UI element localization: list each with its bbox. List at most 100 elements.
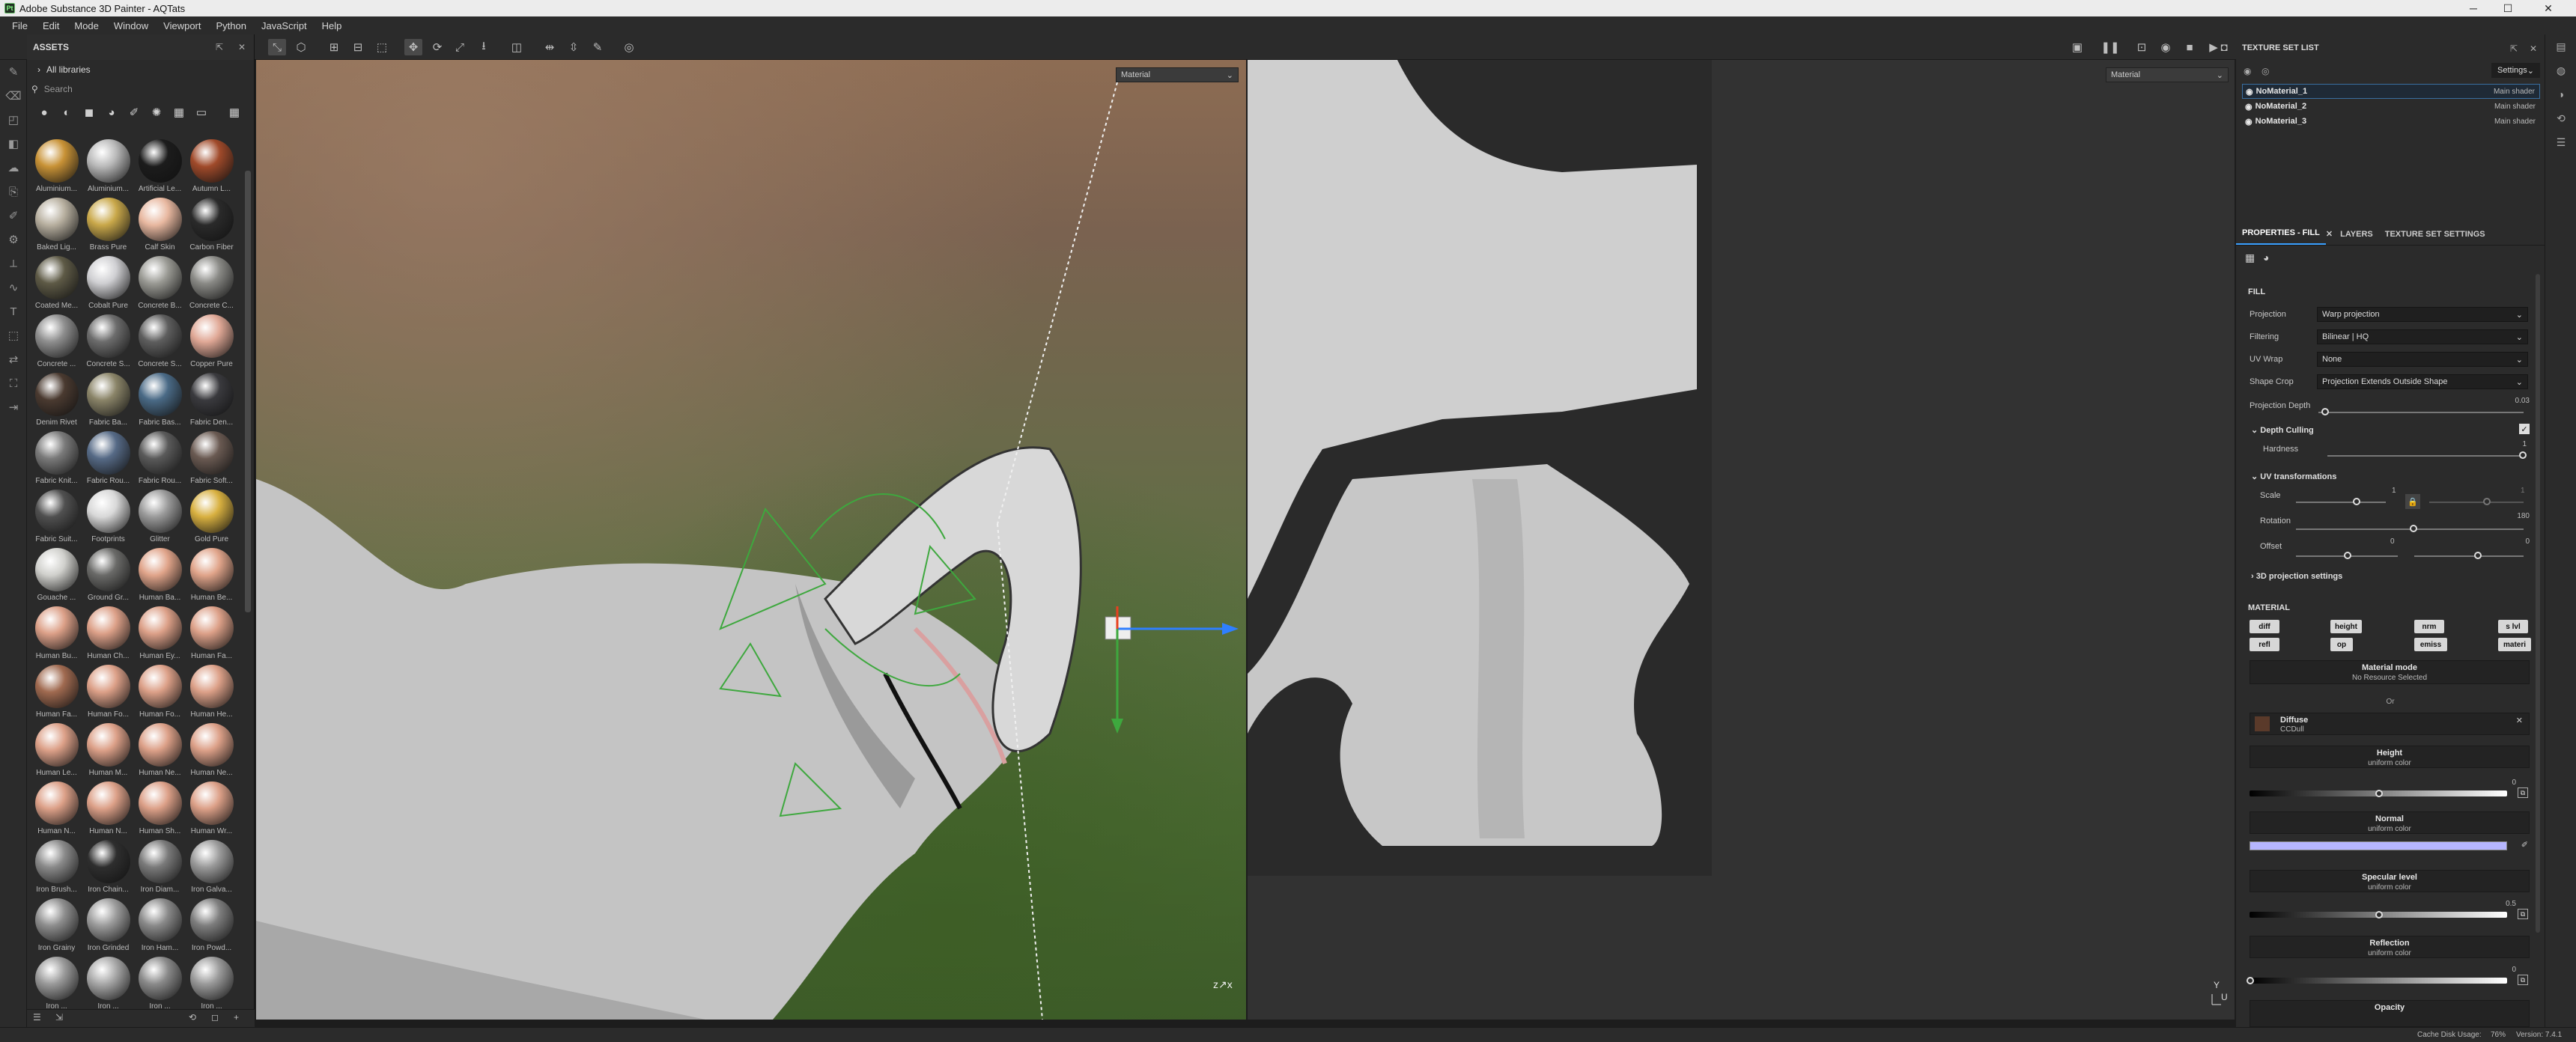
picker-icon[interactable]: ⧉ xyxy=(2518,909,2528,919)
asset-thumbnail[interactable]: Fabric Bas... xyxy=(135,371,185,430)
uv-select-icon[interactable]: ⊟ xyxy=(349,39,367,55)
asset-thumbnail[interactable]: Human Wr... xyxy=(186,780,237,838)
menu-python[interactable]: Python xyxy=(208,20,253,31)
mesh-select-icon[interactable]: ⊞ xyxy=(325,39,343,55)
asset-thumbnail[interactable]: Calf Skin xyxy=(135,196,185,255)
scale-knob[interactable] xyxy=(2353,498,2360,505)
minimize-button[interactable]: ─ xyxy=(2456,0,2491,16)
viewport-2d[interactable]: Y U Material ⌄ xyxy=(1248,60,2235,1020)
hardness-slider[interactable] xyxy=(2327,455,2524,457)
text-tool-icon[interactable]: T xyxy=(0,299,27,323)
tab-texture-set-settings[interactable]: TEXTURE SET SETTINGS xyxy=(2379,230,2491,245)
menu-help[interactable]: Help xyxy=(315,20,350,31)
projection-depth-value[interactable]: 0.03 xyxy=(2515,397,2530,405)
asset-thumbnail[interactable]: Human He... xyxy=(186,663,237,722)
texture-set-row[interactable]: ◉ NoMaterial_1 Main shader xyxy=(2242,84,2540,99)
asset-thumbnail[interactable]: Human Fa... xyxy=(31,663,82,722)
asset-thumbnail[interactable]: Iron Grinded xyxy=(83,897,133,955)
asset-thumbnail[interactable]: Fabric Ba... xyxy=(83,371,133,430)
move-tool-icon[interactable]: ✥ xyxy=(404,39,422,55)
asset-thumbnail[interactable]: Human Fa... xyxy=(186,605,237,663)
clone-tool-icon[interactable]: ⎘ xyxy=(0,180,27,204)
visibility-icon[interactable]: ◎ xyxy=(2261,66,2269,76)
brush-tool-icon[interactable]: ✎ xyxy=(0,60,27,84)
library-tree-item[interactable]: › All libraries xyxy=(27,60,254,79)
offset-value-2[interactable]: 0 xyxy=(2525,537,2530,546)
channel-diff-button[interactable]: diff xyxy=(2250,620,2279,633)
filter-material-icon[interactable]: ◼ xyxy=(79,103,99,122)
eraser-tool-icon[interactable]: ⌫ xyxy=(0,84,27,108)
split-view-icon[interactable]: ⊡ xyxy=(2133,39,2151,55)
asset-thumbnail[interactable]: Artificial Le... xyxy=(135,138,185,196)
scale-slider-2[interactable] xyxy=(2429,502,2524,503)
filter-texture-icon[interactable]: ▦ xyxy=(169,103,189,122)
remove-icon[interactable]: ✕ xyxy=(2516,716,2523,725)
asset-thumbnail[interactable]: Human Bu... xyxy=(31,605,82,663)
select-tool-icon[interactable]: ⬚ xyxy=(0,323,27,347)
settings-dropdown[interactable]: Settings ⌄ xyxy=(2491,63,2540,78)
asset-thumbnail[interactable]: Coated Me... xyxy=(31,255,82,313)
camera-icon[interactable]: ■ xyxy=(2181,39,2199,55)
asset-thumbnail[interactable]: Copper Pure xyxy=(186,313,237,371)
projection-tool-icon[interactable]: ◰ xyxy=(0,108,27,132)
specular-value[interactable]: 0.5 xyxy=(2506,900,2516,908)
close-tab-icon[interactable]: ✕ xyxy=(2326,229,2334,245)
eye-icon[interactable]: ◉ xyxy=(2245,102,2253,112)
reflection-knob[interactable] xyxy=(2247,977,2254,984)
geometry-mask-icon[interactable]: ◧ xyxy=(0,132,27,156)
menu-edit[interactable]: Edit xyxy=(35,20,67,31)
channel-op-button[interactable]: op xyxy=(2330,638,2353,651)
undock-icon[interactable]: ⇱ xyxy=(2510,43,2518,54)
depth-culling-section[interactable]: ⌄ Depth Culling xyxy=(2251,425,2314,435)
new-folder-icon[interactable]: ◻ xyxy=(211,1012,219,1023)
projection-depth-knob[interactable] xyxy=(2321,408,2329,415)
menu-file[interactable]: File xyxy=(4,20,35,31)
symmetry-x-icon[interactable]: ⇹ xyxy=(541,39,559,55)
tab-properties-fill[interactable]: PROPERTIES - FILL xyxy=(2236,228,2326,245)
asset-thumbnail[interactable]: Fabric Knit... xyxy=(31,430,82,488)
asset-thumbnail[interactable]: Iron Chain... xyxy=(83,838,133,897)
fill-layer-icon[interactable]: ▦ xyxy=(2245,252,2255,264)
channel-materi-button[interactable]: materi xyxy=(2498,638,2531,651)
offset-knob[interactable] xyxy=(2344,552,2351,559)
specular-level-box[interactable]: Specular level uniform color xyxy=(2250,870,2530,892)
close-panel-icon[interactable]: ✕ xyxy=(2530,43,2537,54)
display-mode-icon[interactable]: ▣ xyxy=(2068,39,2086,55)
asset-thumbnail[interactable]: Iron Ham... xyxy=(135,897,185,955)
download-icon[interactable]: ⭳ xyxy=(475,39,493,55)
asset-thumbnail[interactable]: Human Ne... xyxy=(135,722,185,780)
island-select-icon[interactable]: ⬚ xyxy=(373,39,391,55)
close-window-button[interactable]: ✕ xyxy=(2531,0,2566,16)
asset-thumbnail[interactable]: Iron Grainy xyxy=(31,897,82,955)
assets-scrollbar[interactable] xyxy=(245,171,251,612)
material-mode-box[interactable]: Material mode No Resource Selected xyxy=(2250,660,2530,684)
asset-thumbnail[interactable]: Cobalt Pure xyxy=(83,255,133,313)
rotate-tool-icon[interactable]: ⟳ xyxy=(428,39,446,55)
properties-scrollbar[interactable] xyxy=(2536,274,2540,933)
picker-icon[interactable]: ⧉ xyxy=(2518,975,2528,985)
scale-value[interactable]: 1 xyxy=(2392,487,2396,495)
filter-particles-icon[interactable]: ✺ xyxy=(147,103,166,122)
scale-slider[interactable] xyxy=(2296,502,2386,503)
asset-thumbnail[interactable]: Iron ... xyxy=(31,955,82,1014)
viewport-3d-material-select[interactable]: Material ⌄ xyxy=(1116,67,1239,82)
height-value[interactable]: 0 xyxy=(2512,779,2516,787)
material-picker-icon[interactable]: ✐ xyxy=(0,204,27,228)
channel-refl-button[interactable]: refl xyxy=(2250,638,2279,651)
texture-set-row[interactable]: ◉ NoMaterial_3 Main shader xyxy=(2242,114,2540,129)
filtering-dropdown[interactable]: Bilinear | HQ ⌄ xyxy=(2317,329,2528,344)
snap-icon[interactable]: ◎ xyxy=(620,39,638,55)
asset-thumbnail[interactable]: Human Le... xyxy=(31,722,82,780)
maximize-button[interactable]: ☐ xyxy=(2491,0,2525,16)
eye-icon[interactable]: ◉ xyxy=(2244,66,2251,76)
asset-thumbnail[interactable]: Iron ... xyxy=(83,955,133,1014)
3d-projection-section[interactable]: › 3D projection settings xyxy=(2251,572,2342,581)
projection-depth-slider[interactable] xyxy=(2318,412,2524,413)
asset-thumbnail[interactable]: Fabric Suit... xyxy=(31,488,82,546)
eyedropper-icon[interactable]: ✐ xyxy=(2521,840,2528,850)
asset-thumbnail[interactable]: Human N... xyxy=(31,780,82,838)
asset-thumbnail[interactable]: Human Ne... xyxy=(186,722,237,780)
uv-wrap-dropdown[interactable]: None ⌄ xyxy=(2317,352,2528,367)
filter-smart-mask-icon[interactable]: ◕ xyxy=(102,103,121,122)
cube-icon[interactable]: ◫ xyxy=(508,39,526,55)
